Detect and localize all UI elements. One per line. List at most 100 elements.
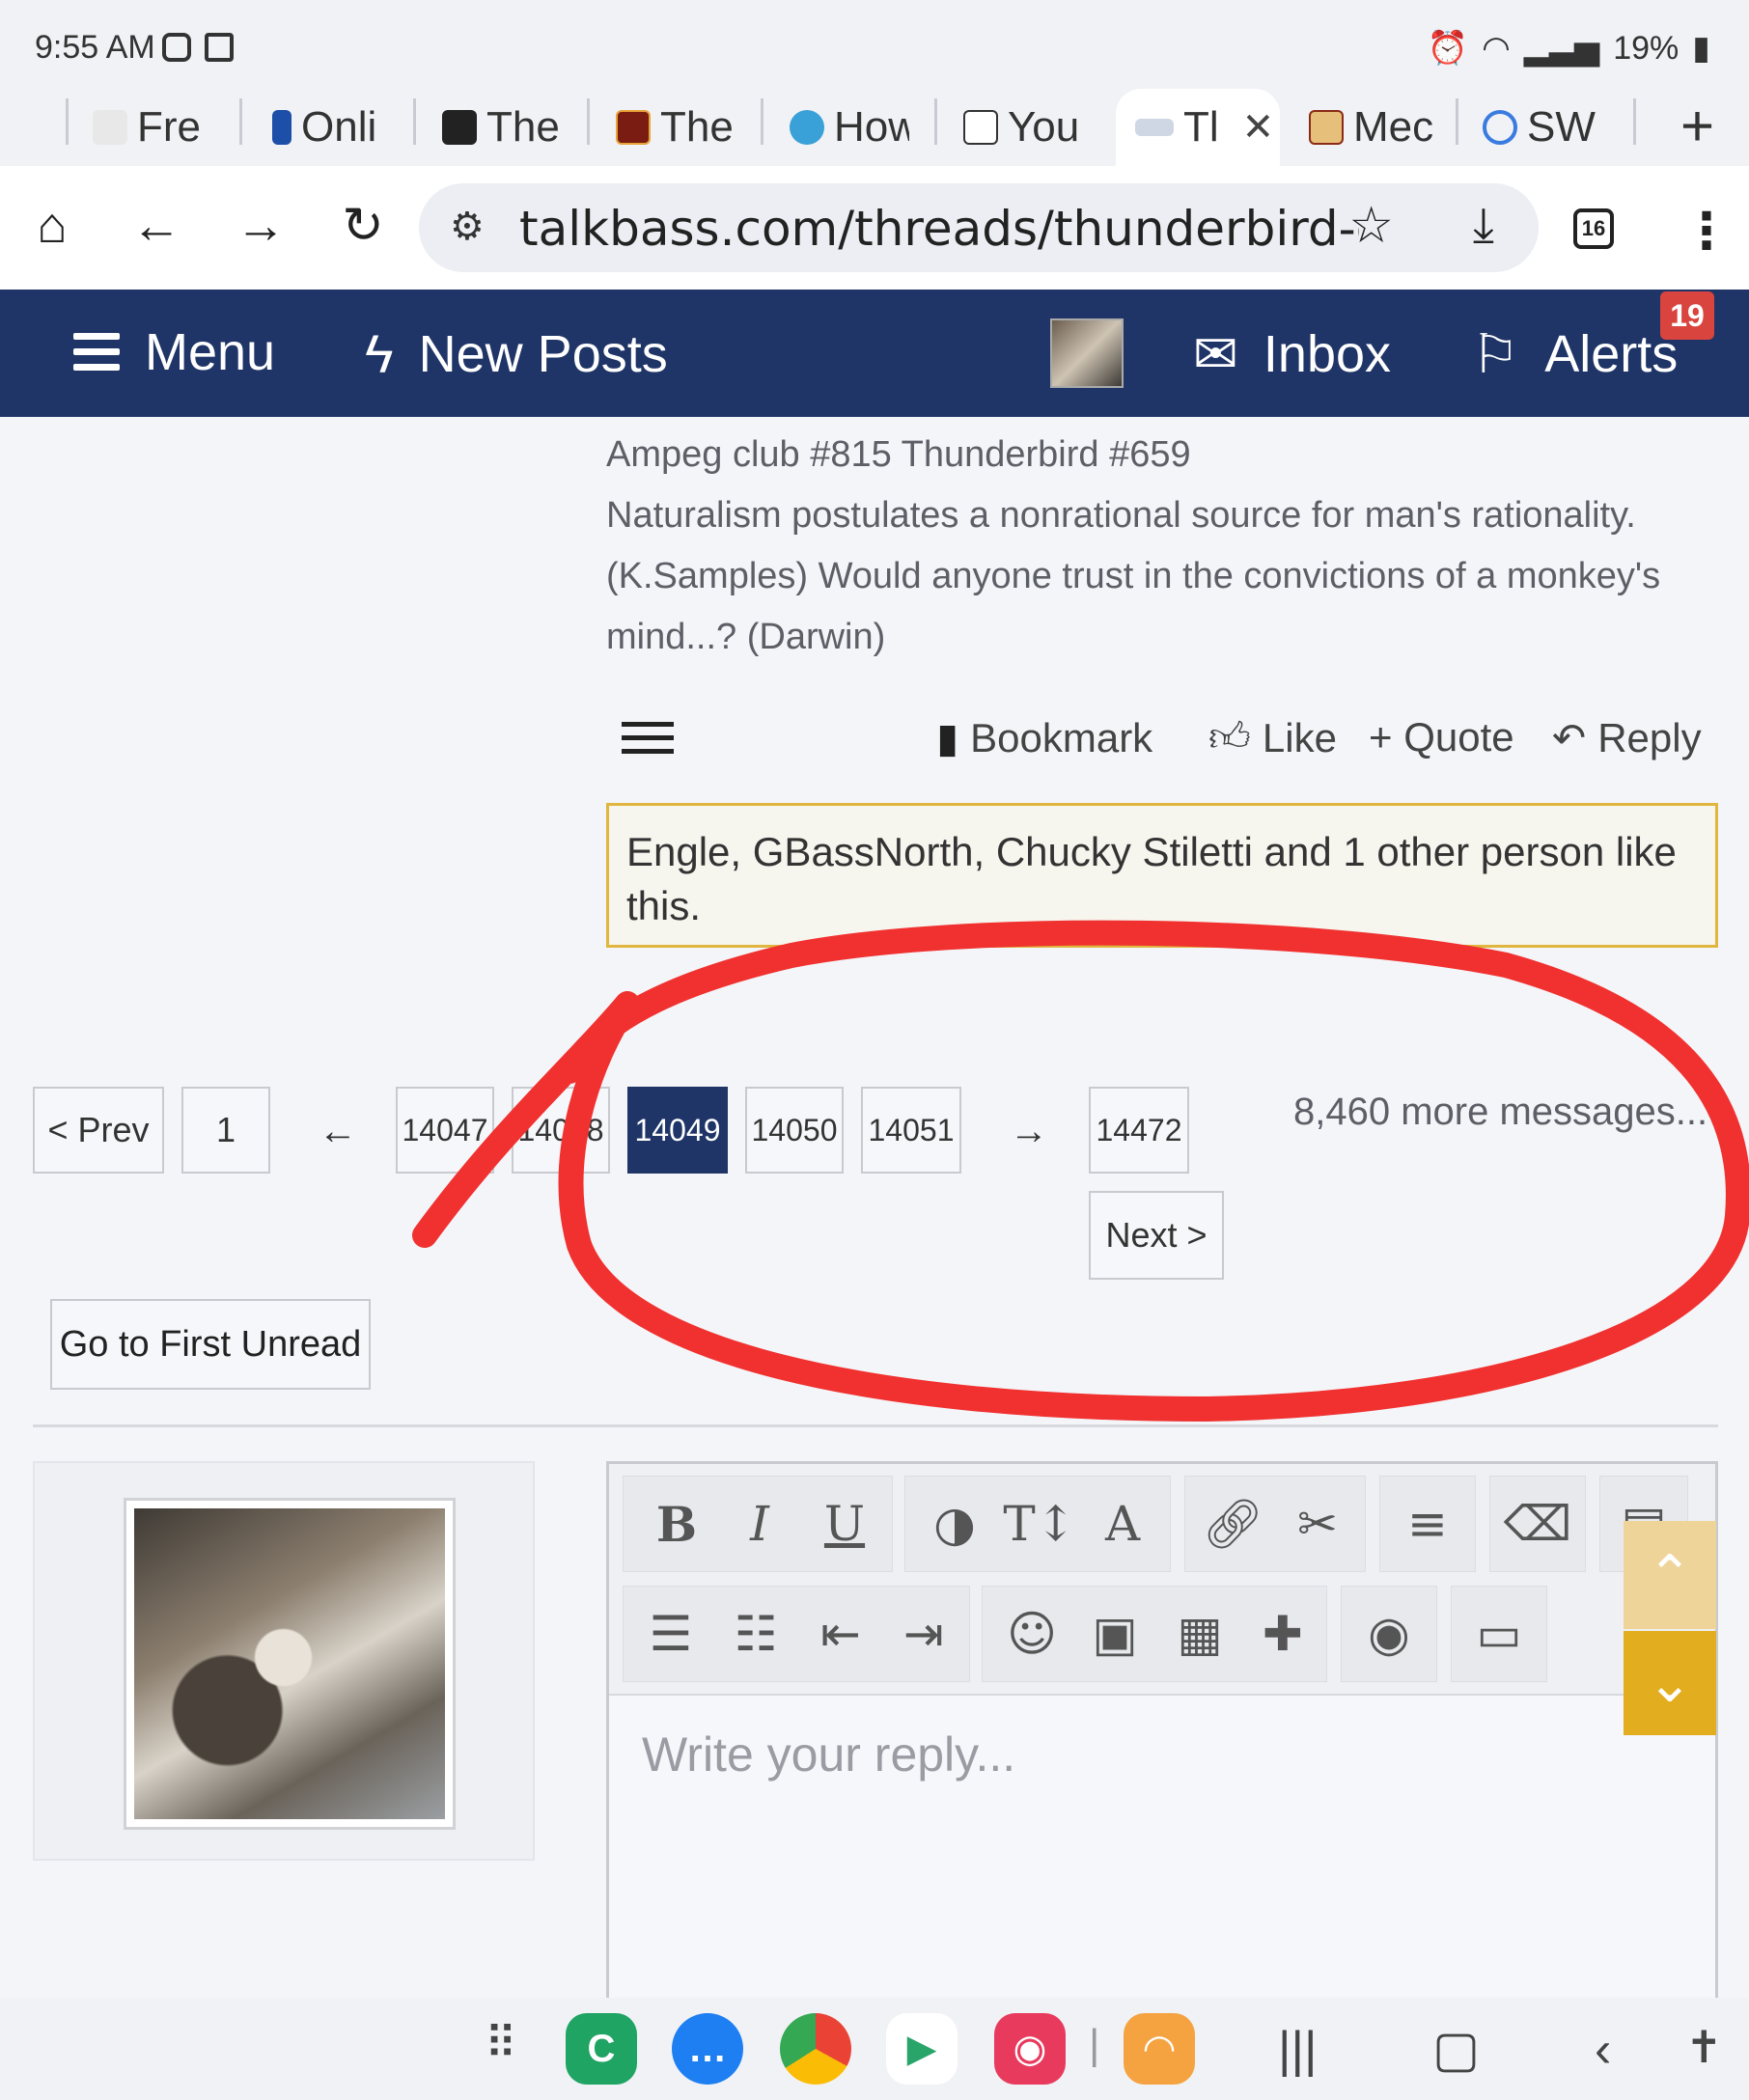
reload-button[interactable]: ↻ xyxy=(332,195,394,257)
signature-cut-line xyxy=(606,400,1378,421)
tab-active[interactable]: Tl ✕ xyxy=(1116,89,1280,166)
page-14048[interactable]: 14048 xyxy=(512,1087,610,1174)
inbox-button[interactable]: ✉ Inbox xyxy=(1193,322,1391,386)
insert-icon[interactable]: ✚ xyxy=(1244,1586,1321,1682)
contrast-icon[interactable]: ◑ xyxy=(916,1476,993,1572)
tab-label: Onli xyxy=(301,103,377,151)
forward-button[interactable]: → xyxy=(230,195,292,257)
next-page-button[interactable]: Next > xyxy=(1089,1191,1224,1280)
accessibility-icon[interactable]: ✝ xyxy=(1685,2021,1723,2073)
tab-label: You xyxy=(1008,103,1080,151)
status-bar: 9:55 AM ⏰ ◠ ▂▃▅ 19% ▮ xyxy=(0,0,1749,77)
home-icon[interactable]: ⌂ xyxy=(21,195,83,257)
image-icon[interactable]: ▣ xyxy=(1076,1586,1153,1682)
likes-box[interactable]: Engle, GBassNorth, Chucky Stiletti and 1… xyxy=(606,803,1718,948)
camera-icon[interactable]: ◉ xyxy=(1350,1586,1428,1682)
tab-2[interactable]: Onli xyxy=(272,89,388,166)
reply-input[interactable]: Write your reply... xyxy=(642,1727,1015,1782)
reply-editor[interactable]: B I U ◑ T↕ A 🔗︎ ✂ ≡ ⌫ ▤ ☰ ☷ ⇤ ⇥ ☺ ▣ ▦ ✚ … xyxy=(606,1461,1718,2002)
alerts-label: Alerts xyxy=(1544,325,1679,383)
tab-4[interactable]: The xyxy=(616,89,736,166)
home-nav-icon[interactable]: ▢ xyxy=(1432,2021,1480,2079)
emoji-icon[interactable]: ☺ xyxy=(993,1586,1070,1682)
page-14051[interactable]: 14051 xyxy=(861,1087,961,1174)
audible-icon[interactable]: ◠ xyxy=(1124,2013,1195,2085)
font-color-icon[interactable]: A xyxy=(1084,1476,1161,1572)
align-left-icon[interactable]: ≡ xyxy=(1389,1476,1466,1572)
url-text[interactable]: talkbass.com/threads/thunderbird-c xyxy=(519,201,1359,257)
eraser-icon[interactable]: ⌫ xyxy=(1499,1476,1576,1572)
unlink-icon[interactable]: ✂ xyxy=(1279,1476,1356,1572)
hamburger-icon xyxy=(73,333,120,372)
signal-icon: ▂▃▅ xyxy=(1523,30,1600,67)
app-c-icon[interactable]: C xyxy=(566,2013,637,2085)
bold-button[interactable]: B xyxy=(638,1476,715,1572)
bookmark-button[interactable]: ▮ Bookmark xyxy=(936,714,1152,761)
post-menu-icon[interactable] xyxy=(622,722,674,757)
news-icon xyxy=(205,33,234,62)
go-to-first-unread-button[interactable]: Go to First Unread xyxy=(50,1299,371,1390)
more-options-icon[interactable]: ⋮ xyxy=(1681,203,1732,261)
underline-button[interactable]: U xyxy=(806,1476,883,1572)
new-tab-button[interactable]: + xyxy=(1680,93,1714,159)
like-label: Like xyxy=(1262,715,1337,760)
star-badge-icon xyxy=(790,110,824,145)
numbered-list-icon[interactable]: ☷ xyxy=(717,1586,794,1682)
like-button[interactable]: 👍︎ Like xyxy=(1208,714,1337,762)
font-size-icon[interactable]: T↕ xyxy=(1001,1476,1078,1572)
site-settings-icon[interactable]: ⚙ xyxy=(450,205,485,249)
page-current[interactable]: 14049 xyxy=(627,1087,728,1174)
back-button[interactable]: ← xyxy=(125,195,187,257)
app-drawer-icon[interactable]: ⠿ xyxy=(485,2017,517,2069)
page-14050[interactable]: 14050 xyxy=(745,1087,844,1174)
tab-5[interactable]: How xyxy=(790,89,909,166)
camera-app-icon[interactable]: ◉ xyxy=(994,2013,1066,2085)
reply-button[interactable]: ↶ Reply xyxy=(1552,714,1702,761)
tab-count-button[interactable]: 16 xyxy=(1573,208,1614,249)
play-store-icon[interactable]: ▶ xyxy=(886,2013,958,2085)
status-time: 9:55 AM xyxy=(35,29,155,66)
page-last[interactable]: 14472 xyxy=(1089,1087,1189,1174)
signature-line: Naturalism postulates a nonrational sour… xyxy=(606,495,1636,536)
thumbs-up-icon: 👍︎ xyxy=(1208,714,1251,760)
bookmark-icon xyxy=(272,110,292,145)
close-icon[interactable]: ✕ xyxy=(1242,105,1275,150)
quote-button[interactable]: + Quote xyxy=(1369,714,1514,760)
battery-level: 19% xyxy=(1613,29,1680,67)
inbox-label: Inbox xyxy=(1263,325,1392,383)
page-first[interactable]: 1 xyxy=(181,1087,270,1174)
prev-page-button[interactable]: < Prev xyxy=(33,1087,164,1174)
bullet-list-icon[interactable]: ☰ xyxy=(632,1586,709,1682)
flag-icon: ⚐ xyxy=(1471,323,1520,384)
bolt-icon: ϟ xyxy=(365,323,394,384)
scroll-up-button[interactable]: ⌃ xyxy=(1624,1521,1716,1629)
alerts-button[interactable]: ⚐ Alerts xyxy=(1471,322,1678,386)
messages-icon[interactable]: … xyxy=(672,2013,743,2085)
talkbass-icon xyxy=(1135,119,1174,136)
download-icon[interactable]: ⤓ xyxy=(1473,197,1494,254)
user-avatar-small[interactable] xyxy=(1050,318,1124,388)
android-nav-bar: ⠿ C … ▶ ◉ | ◠ ||| ▢ ‹ ✝ xyxy=(0,1998,1749,2100)
page-14047[interactable]: 14047 xyxy=(396,1087,494,1174)
outdent-icon[interactable]: ⇤ xyxy=(802,1586,879,1682)
url-bar[interactable]: ⚙ talkbass.com/threads/thunderbird-c ☆ ⤓ xyxy=(419,183,1539,272)
link-icon[interactable]: 🔗︎ xyxy=(1194,1476,1271,1572)
back-nav-icon[interactable]: ‹ xyxy=(1595,2021,1611,2079)
editor-toolbar: B I U ◑ T↕ A 🔗︎ ✂ ≡ ⌫ ▤ ☰ ☷ ⇤ ⇥ ☺ ▣ ▦ ✚ … xyxy=(609,1464,1715,1696)
save-draft-icon[interactable]: ▭ xyxy=(1460,1586,1538,1682)
tab-1[interactable]: Fre xyxy=(93,89,208,166)
tab-3[interactable]: The xyxy=(442,89,558,166)
indent-icon[interactable]: ⇥ xyxy=(885,1586,962,1682)
star-icon[interactable]: ☆ xyxy=(1348,197,1394,255)
scroll-down-button[interactable]: ⌄ xyxy=(1624,1631,1716,1735)
tab-6[interactable]: You xyxy=(963,89,1083,166)
menu-button[interactable]: Menu xyxy=(73,322,275,382)
b-logo-icon xyxy=(1309,110,1344,145)
italic-button[interactable]: I xyxy=(721,1476,798,1572)
media-icon[interactable]: ▦ xyxy=(1161,1586,1238,1682)
chrome-icon[interactable] xyxy=(780,2013,851,2085)
tab-8[interactable]: Mec xyxy=(1309,89,1434,166)
tab-9[interactable]: SW xyxy=(1483,89,1608,166)
recents-icon[interactable]: ||| xyxy=(1278,2021,1318,2079)
new-posts-button[interactable]: ϟ New Posts xyxy=(365,322,668,385)
